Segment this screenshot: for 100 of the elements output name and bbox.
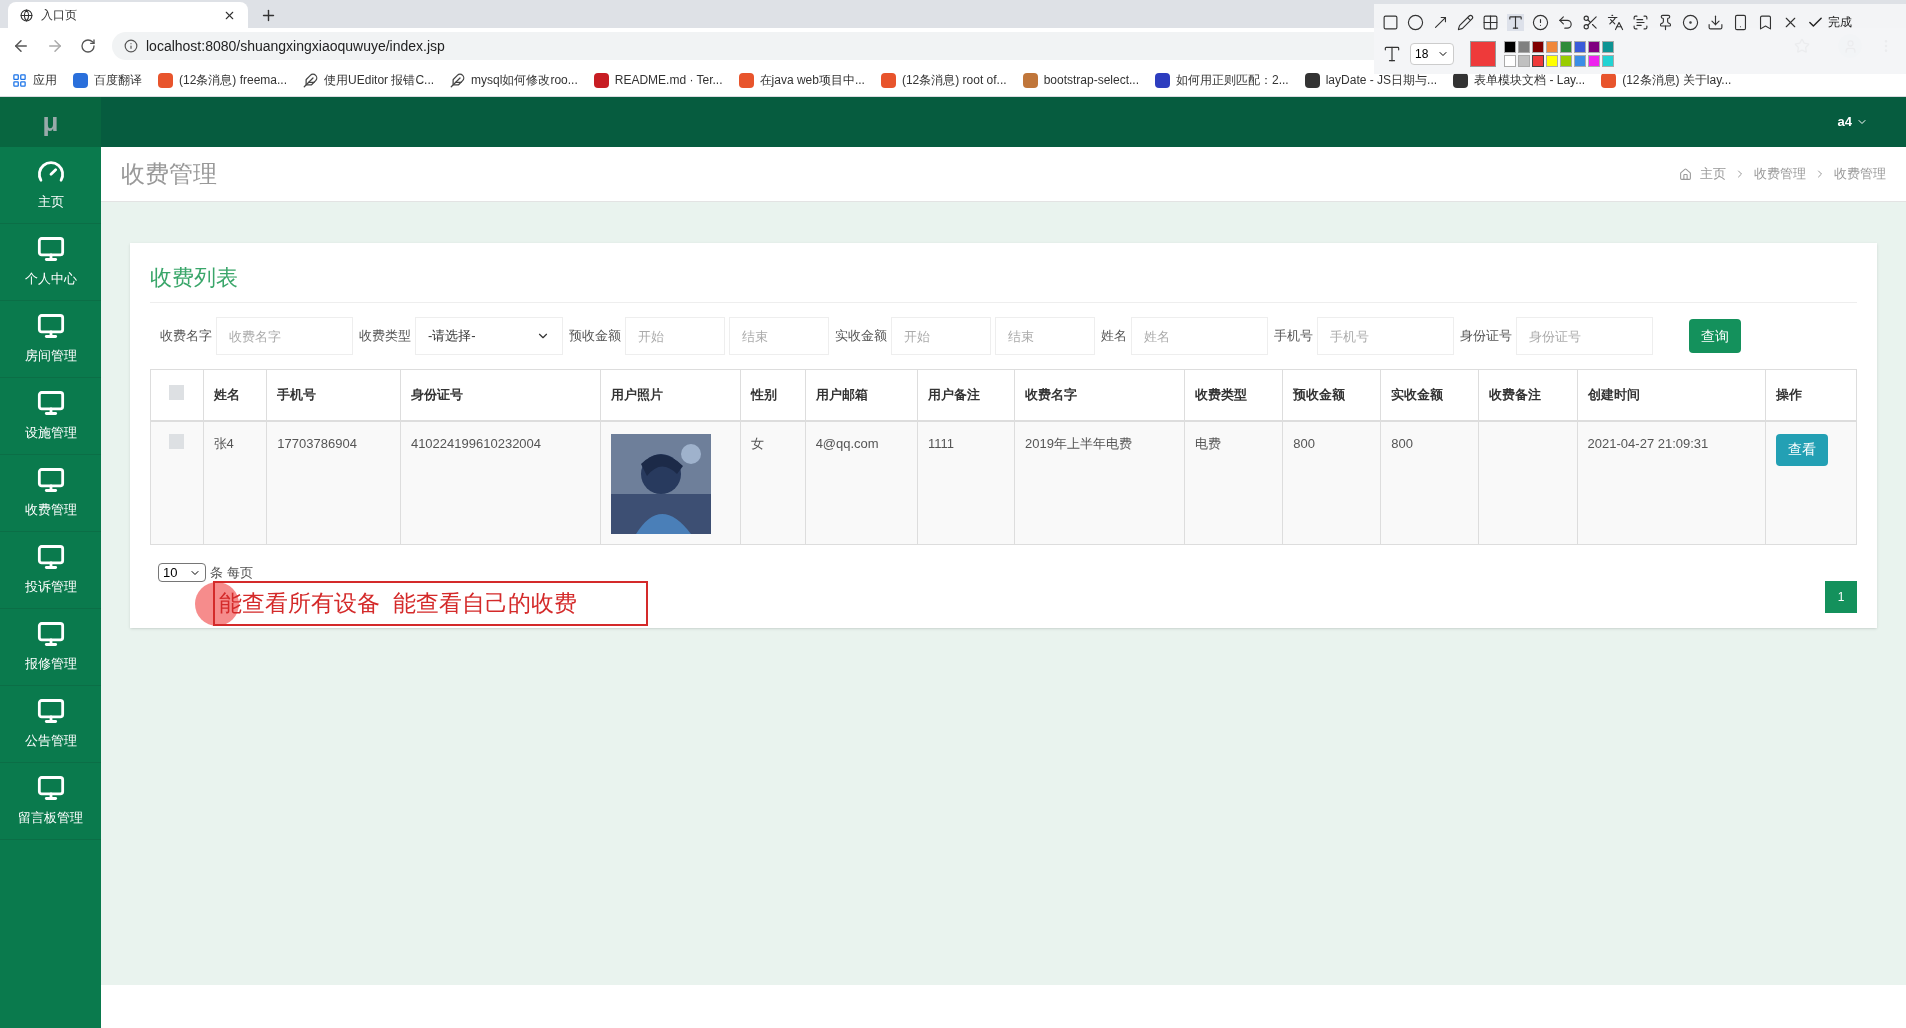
bookmark-link[interactable]: bootstrap-select... <box>1014 67 1147 93</box>
color-swatch[interactable] <box>1602 55 1614 67</box>
download-icon[interactable] <box>1707 13 1724 31</box>
filter-field[interactable]: 结束 <box>995 317 1095 355</box>
monitor-icon <box>36 620 65 649</box>
bookmark-link[interactable]: mysql如何修改roo... <box>442 67 586 93</box>
card-title: 收费列表 <box>150 261 1857 303</box>
filter-field[interactable]: 开始 <box>625 317 725 355</box>
column-header: 手机号 <box>277 387 317 402</box>
monitor-icon <box>36 774 65 803</box>
color-swatch[interactable] <box>1546 55 1558 67</box>
user-menu[interactable]: a4 <box>1837 112 1868 132</box>
reload-icon[interactable] <box>80 38 96 54</box>
bookmark-link[interactable]: layDate - JS日期与... <box>1296 67 1446 93</box>
color-swatch[interactable] <box>1504 41 1516 53</box>
filter-label: 身份证号 <box>1460 327 1512 346</box>
monitor-icon <box>36 466 65 495</box>
column-header: 收费类型 <box>1195 387 1248 402</box>
font-size-select[interactable]: 18 <box>1410 43 1454 65</box>
circle-icon[interactable] <box>1407 13 1424 31</box>
column-header: 创建时间 <box>1587 387 1640 402</box>
row-checkbox[interactable] <box>169 433 185 449</box>
column-header: 身份证号 <box>410 387 463 402</box>
scissors-icon[interactable] <box>1582 13 1599 31</box>
translate-icon[interactable] <box>1607 13 1624 31</box>
current-color-swatch[interactable] <box>1470 41 1496 67</box>
select-all-checkbox[interactable] <box>169 384 185 400</box>
color-swatch[interactable] <box>1518 55 1530 67</box>
type-select[interactable]: -请选择- <box>415 317 563 355</box>
page-size-label: 条 每页 <box>210 564 253 582</box>
color-swatch[interactable] <box>1560 41 1572 53</box>
mosaic-icon[interactable] <box>1482 13 1499 31</box>
browser-tab[interactable]: 入口页 <box>8 2 248 28</box>
color-swatch[interactable] <box>1574 55 1586 67</box>
font-size-icon <box>1382 44 1402 64</box>
filter-field[interactable]: 手机号 <box>1317 317 1454 355</box>
text-tool-icon[interactable] <box>1507 13 1524 31</box>
color-swatch[interactable] <box>1602 41 1614 53</box>
info-icon <box>124 39 138 53</box>
column-header: 收费名字 <box>1025 387 1078 402</box>
table-cell: 17703786904 <box>277 435 357 451</box>
new-tab-icon[interactable] <box>260 7 277 24</box>
column-header: 用户邮箱 <box>815 387 868 402</box>
feather-icon <box>303 72 319 88</box>
color-swatch[interactable] <box>1588 41 1600 53</box>
color-swatch[interactable] <box>1560 55 1572 67</box>
globe-icon <box>20 8 33 22</box>
color-swatch[interactable] <box>1532 41 1544 53</box>
filter-label: 手机号 <box>1274 327 1313 346</box>
bookmark-link[interactable]: README.md · Ter... <box>585 67 731 93</box>
color-swatch[interactable] <box>1574 41 1586 53</box>
color-swatch[interactable] <box>1588 55 1600 67</box>
filter-field[interactable]: 身份证号 <box>1516 317 1653 355</box>
table-cell: 800 <box>1293 435 1315 451</box>
monitor-icon <box>36 312 65 341</box>
phone-icon[interactable] <box>1732 13 1749 31</box>
filter-label: 实收金额 <box>835 327 887 346</box>
logo: μ <box>42 105 59 139</box>
bookmark-link[interactable]: (12条消息) root of... <box>872 67 1015 93</box>
pin-icon[interactable] <box>1657 13 1674 31</box>
column-header: 收费备注 <box>1489 387 1542 402</box>
color-swatch[interactable] <box>1518 41 1530 53</box>
table-cell: 2021-04-27 21:09:31 <box>1587 435 1709 451</box>
back-icon[interactable] <box>12 37 30 55</box>
filter-field[interactable]: 姓名 <box>1131 317 1268 355</box>
feather-icon <box>450 72 466 88</box>
color-swatch[interactable] <box>1546 41 1558 53</box>
ocr-icon[interactable] <box>1632 13 1649 31</box>
home-icon <box>1679 167 1692 181</box>
page-size-select[interactable]: 10 <box>158 563 206 583</box>
record-icon[interactable] <box>1682 13 1699 31</box>
bookmark-link[interactable]: 百度翻译 <box>65 67 150 93</box>
bookmark-link[interactable]: 应用 <box>4 67 65 93</box>
column-header: 操作 <box>1775 387 1802 402</box>
page-button[interactable]: 1 <box>1825 580 1857 613</box>
done-button[interactable]: 完成 <box>1807 13 1852 31</box>
monitor-icon <box>36 389 65 418</box>
filter-field[interactable]: 开始 <box>891 317 991 355</box>
search-button[interactable]: 查询 <box>1689 319 1741 353</box>
table-cell: 2019年上半年电费 <box>1025 435 1132 451</box>
filter-label: 收费类型 <box>359 327 411 346</box>
page-title: 收费管理 <box>121 159 217 189</box>
filter-field[interactable]: 收费名字 <box>216 317 353 355</box>
bookmark-link[interactable]: 使用UEditor 报错C... <box>295 67 443 93</box>
monitor-icon <box>36 235 65 264</box>
bookmark-link[interactable]: (12条消息) freema... <box>150 67 296 93</box>
column-header: 性别 <box>750 387 777 402</box>
color-swatch[interactable] <box>1504 55 1516 67</box>
breadcrumb-item: 收费管理 <box>1834 165 1886 184</box>
filter-label: 预收金额 <box>569 327 621 346</box>
pencil-icon[interactable] <box>1457 13 1474 31</box>
color-swatch[interactable] <box>1532 55 1544 67</box>
bookmark-link[interactable]: 如何用正则匹配：2... <box>1147 67 1297 93</box>
column-header: 姓名 <box>213 387 240 402</box>
square-icon[interactable] <box>1382 13 1399 31</box>
filter-field[interactable]: 结束 <box>729 317 829 355</box>
bookmark-icon[interactable] <box>1757 13 1774 31</box>
column-header: 实收金额 <box>1391 387 1444 402</box>
bookmark-link[interactable]: 在java web项目中... <box>730 67 873 93</box>
undo-icon[interactable] <box>1557 13 1574 31</box>
